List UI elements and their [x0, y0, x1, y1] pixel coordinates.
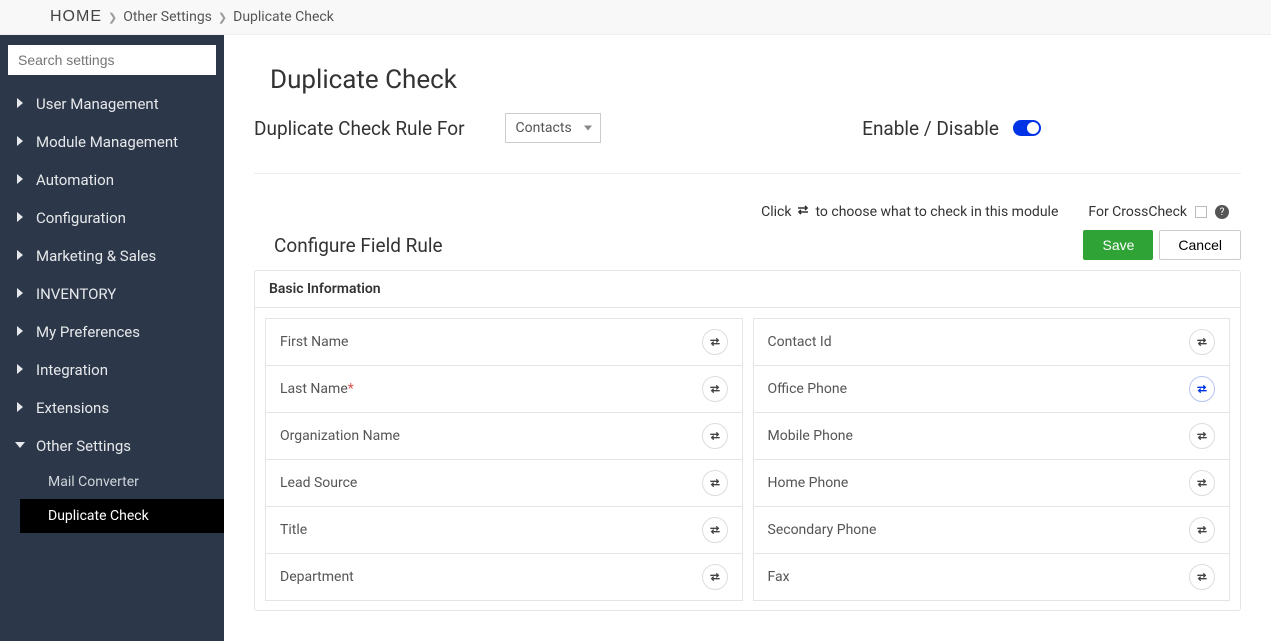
field-row: Secondary Phone: [753, 506, 1231, 554]
field-swap-button[interactable]: [1189, 564, 1215, 590]
chevron-right-icon: [16, 323, 26, 341]
field-swap-button[interactable]: [1189, 329, 1215, 355]
chevron-right-icon: ❯: [218, 11, 227, 24]
sidebar-item[interactable]: Automation: [0, 161, 224, 199]
field-row: Department: [265, 553, 743, 601]
chevron-right-icon: [16, 361, 26, 379]
panel-title: Basic Information: [255, 271, 1240, 308]
field-row: Fax: [753, 553, 1231, 601]
chevron-down-icon: [16, 437, 26, 455]
settings-sidebar: User Management Module Management Automati…: [0, 35, 224, 641]
chevron-right-icon: [16, 95, 26, 113]
sidebar-item[interactable]: Module Management: [0, 123, 224, 161]
field-label: Home Phone: [768, 475, 849, 491]
field-label: Office Phone: [768, 381, 848, 397]
sidebar-item-label: INVENTORY: [36, 285, 116, 303]
page-title: Duplicate Check: [270, 65, 1241, 95]
breadcrumb-leaf: Duplicate Check: [233, 9, 334, 25]
configure-field-rule-title: Configure Field Rule: [274, 234, 443, 257]
field-swap-button[interactable]: [1189, 376, 1215, 402]
field-swap-button[interactable]: [1189, 423, 1215, 449]
field-row: Organization Name: [265, 412, 743, 460]
chevron-right-icon: [16, 171, 26, 189]
crosscheck-checkbox[interactable]: [1195, 206, 1207, 218]
sidebar-sub-duplicate-check[interactable]: Duplicate Check: [20, 499, 224, 533]
field-row: Office Phone: [753, 365, 1231, 413]
sidebar-item-label: Marketing & Sales: [36, 247, 156, 265]
field-swap-button[interactable]: [702, 329, 728, 355]
help-icon[interactable]: ?: [1215, 205, 1229, 219]
sidebar-item[interactable]: User Management: [0, 85, 224, 123]
field-label: First Name: [280, 334, 348, 350]
field-row: Contact Id: [753, 318, 1231, 366]
sidebar-item[interactable]: Marketing & Sales: [0, 237, 224, 275]
field-row: Lead Source: [265, 459, 743, 507]
chevron-right-icon: [16, 247, 26, 265]
cancel-button[interactable]: Cancel: [1159, 230, 1241, 260]
toggle-knob: [1027, 122, 1039, 134]
field-row: Mobile Phone: [753, 412, 1231, 460]
breadcrumb-mid[interactable]: Other Settings: [123, 9, 212, 25]
chevron-right-icon: [16, 133, 26, 151]
sidebar-item-label: Integration: [36, 361, 108, 379]
breadcrumb-home[interactable]: HOME: [50, 8, 102, 26]
search-settings-input[interactable]: [8, 45, 216, 75]
chevron-right-icon: [16, 285, 26, 303]
field-label: Lead Source: [280, 475, 357, 491]
field-swap-button[interactable]: [1189, 470, 1215, 496]
chevron-right-icon: [16, 399, 26, 417]
sidebar-item-label: Extensions: [36, 399, 109, 417]
rule-for-label: Duplicate Check Rule For: [254, 117, 465, 140]
field-label: Fax: [768, 569, 790, 585]
field-swap-button[interactable]: [702, 564, 728, 590]
field-label: Mobile Phone: [768, 428, 853, 444]
sidebar-item-other-settings[interactable]: Other Settings: [0, 427, 224, 465]
field-swap-button[interactable]: [702, 376, 728, 402]
field-label: Secondary Phone: [768, 522, 877, 538]
enable-disable-label: Enable / Disable: [862, 117, 999, 140]
sidebar-item-label: Module Management: [36, 133, 178, 151]
basic-information-panel: Basic Information First Name Last Name* Or…: [254, 270, 1241, 611]
field-label: Title: [280, 522, 307, 538]
sidebar-sub-mail-converter[interactable]: Mail Converter: [20, 465, 224, 499]
chevron-right-icon: ❯: [108, 11, 117, 24]
field-label: Contact Id: [768, 334, 832, 350]
sidebar-item-label: Other Settings: [36, 437, 131, 455]
breadcrumb: HOME ❯ Other Settings ❯ Duplicate Check: [0, 0, 1271, 35]
sidebar-item-label: Configuration: [36, 209, 126, 227]
sidebar-item[interactable]: Integration: [0, 351, 224, 389]
module-select[interactable]: Contacts: [505, 113, 601, 143]
required-mark: *: [348, 381, 354, 397]
save-button[interactable]: Save: [1083, 230, 1153, 260]
sidebar-item-label: User Management: [36, 95, 159, 113]
hint-text: Click to choose what to check in this mo…: [761, 204, 1058, 220]
sidebar-item[interactable]: Configuration: [0, 199, 224, 237]
field-swap-button[interactable]: [702, 423, 728, 449]
chevron-right-icon: [16, 209, 26, 227]
field-label: Last Name*: [280, 381, 354, 397]
field-swap-button[interactable]: [702, 470, 728, 496]
field-label: Department: [280, 569, 354, 585]
sidebar-item[interactable]: Extensions: [0, 389, 224, 427]
crosscheck-label: For CrossCheck: [1088, 204, 1187, 220]
field-label: Organization Name: [280, 428, 400, 444]
field-swap-button[interactable]: [702, 517, 728, 543]
sidebar-item[interactable]: INVENTORY: [0, 275, 224, 313]
sidebar-item-label: My Preferences: [36, 323, 140, 341]
sidebar-item[interactable]: My Preferences: [0, 313, 224, 351]
field-row: First Name: [265, 318, 743, 366]
field-swap-button[interactable]: [1189, 517, 1215, 543]
swap-icon: [796, 204, 810, 220]
main-content: Duplicate Check Duplicate Check Rule For…: [224, 35, 1271, 641]
field-row: Home Phone: [753, 459, 1231, 507]
field-row: Last Name*: [265, 365, 743, 413]
enable-toggle[interactable]: [1013, 120, 1041, 136]
sidebar-item-label: Automation: [36, 171, 114, 189]
field-row: Title: [265, 506, 743, 554]
